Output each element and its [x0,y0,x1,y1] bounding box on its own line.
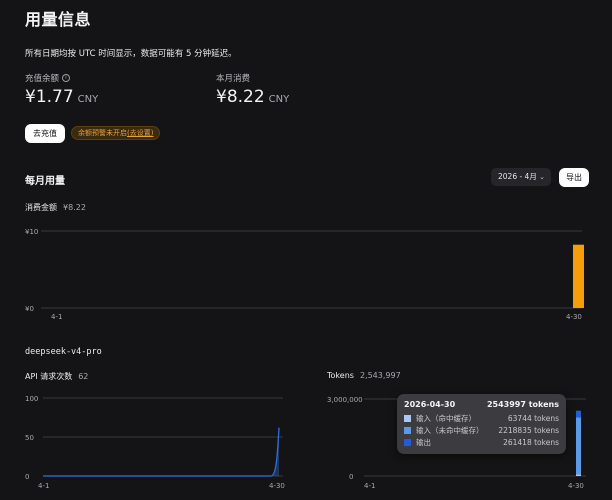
token-bar-cached-input[interactable] [576,474,581,476]
cost-y-tick-zero: ¥0 [25,305,34,313]
tooltip-row-label: 输出 [416,437,431,447]
api-y-tick-0: 0 [25,473,29,481]
api-y-tick-100: 100 [25,395,38,403]
tooltip-row-value: 261418 tokens [503,437,559,447]
monthly-spend-amount: ¥8.22 [216,87,265,107]
timezone-notice: 所有日期均按 UTC 时间显示，数据可能有 5 分钟延迟。 [25,49,237,59]
chevron-down-icon: ⌄ [539,173,545,181]
tokens-x-tick-end: 4-30 [568,482,584,490]
token-bar-output[interactable] [576,410,581,418]
cost-chart: ¥10 ¥0 4-1 4-30 [25,228,584,321]
alert-settings-link[interactable]: (去设置) [127,129,153,137]
month-select[interactable]: 2026 - 4月 ⌄ [491,168,551,186]
month-select-value: 2026 - 4月 [498,172,537,181]
cost-chart-total: ¥8.22 [63,203,86,212]
topup-button[interactable]: 去充值 [25,124,65,143]
tooltip-row-value: 2218835 tokens [498,425,559,435]
tokens-tooltip: 2026-04-30 2543997 tokens 输入（命中缓存） 63744… [397,394,566,454]
tooltip-row-output: 输出 261418 tokens [404,436,559,448]
cost-chart-label: 消费金额 ¥8.22 [25,202,86,213]
tooltip-row-cached: 输入（命中缓存） 63744 tokens [404,412,559,424]
api-x-tick-start: 4-1 [38,482,49,490]
output-swatch [404,438,411,446]
tokens-chart-label: Tokens 2,543,997 [327,371,401,380]
monthly-usage-title: 每月用量 [25,176,65,187]
api-area-fill [43,427,279,476]
cost-y-tick-top: ¥10 [25,228,38,236]
balance-label-group: 充值余额 i [25,72,71,84]
tokens-chart-title: Tokens [327,371,354,380]
balance-value: ¥1.77 CNY [25,87,98,107]
alert-text: 余额预警未开启 [78,129,127,137]
balance-currency: CNY [77,94,99,105]
monthly-spend-currency: CNY [268,94,290,105]
cost-chart-title: 消费金额 [25,203,57,212]
balance-amount: ¥1.77 [25,87,74,107]
tooltip-row-uncached: 输入（未命中缓存） 2218835 tokens [404,424,559,436]
tokens-y-tick-top: 3,000,000 [327,396,363,404]
token-bar-uncached-input[interactable] [576,417,581,475]
cost-bar[interactable] [573,244,584,308]
api-y-tick-50: 50 [25,434,34,442]
api-x-tick-end: 4-30 [269,482,285,490]
tokens-y-tick-zero: 0 [349,473,353,481]
cached-input-swatch [404,414,411,422]
balance-alert-badge[interactable]: 余额预警未开启(去设置) [71,126,161,140]
api-chart-title: API 请求次数 [25,372,73,381]
info-icon[interactable]: i [62,74,71,82]
api-chart-label: API 请求次数 62 [25,371,88,382]
api-series-line[interactable] [43,427,280,477]
tooltip-total: 2543997 tokens [486,400,559,409]
tooltip-header: 2026-04-30 2543997 tokens [404,400,559,409]
tokens-x-tick-start: 4-1 [364,482,375,490]
page-title: 用量信息 [25,10,92,29]
balance-label: 充值余额 [25,74,60,84]
export-button[interactable]: 导出 [559,168,589,187]
monthly-spend-label: 本月消费 [216,74,251,84]
uncached-input-swatch [404,426,411,434]
api-requests-chart: 100 50 0 4-1 4-30 [25,395,285,490]
tokens-chart-total: 2,543,997 [359,371,401,380]
model-name: deepseek-v4-pro [25,347,102,357]
monthly-spend-value: ¥8.22 CNY [216,87,289,107]
tooltip-row-value: 63744 tokens [507,413,559,423]
cost-x-tick-start: 4-1 [51,313,62,321]
tooltip-date: 2026-04-30 [404,400,456,409]
tooltip-row-label: 输入（命中缓存） [416,413,476,423]
cost-x-tick-end: 4-30 [566,313,582,321]
api-chart-total: 62 [78,372,89,381]
tooltip-row-label: 输入（未命中缓存） [416,425,484,435]
